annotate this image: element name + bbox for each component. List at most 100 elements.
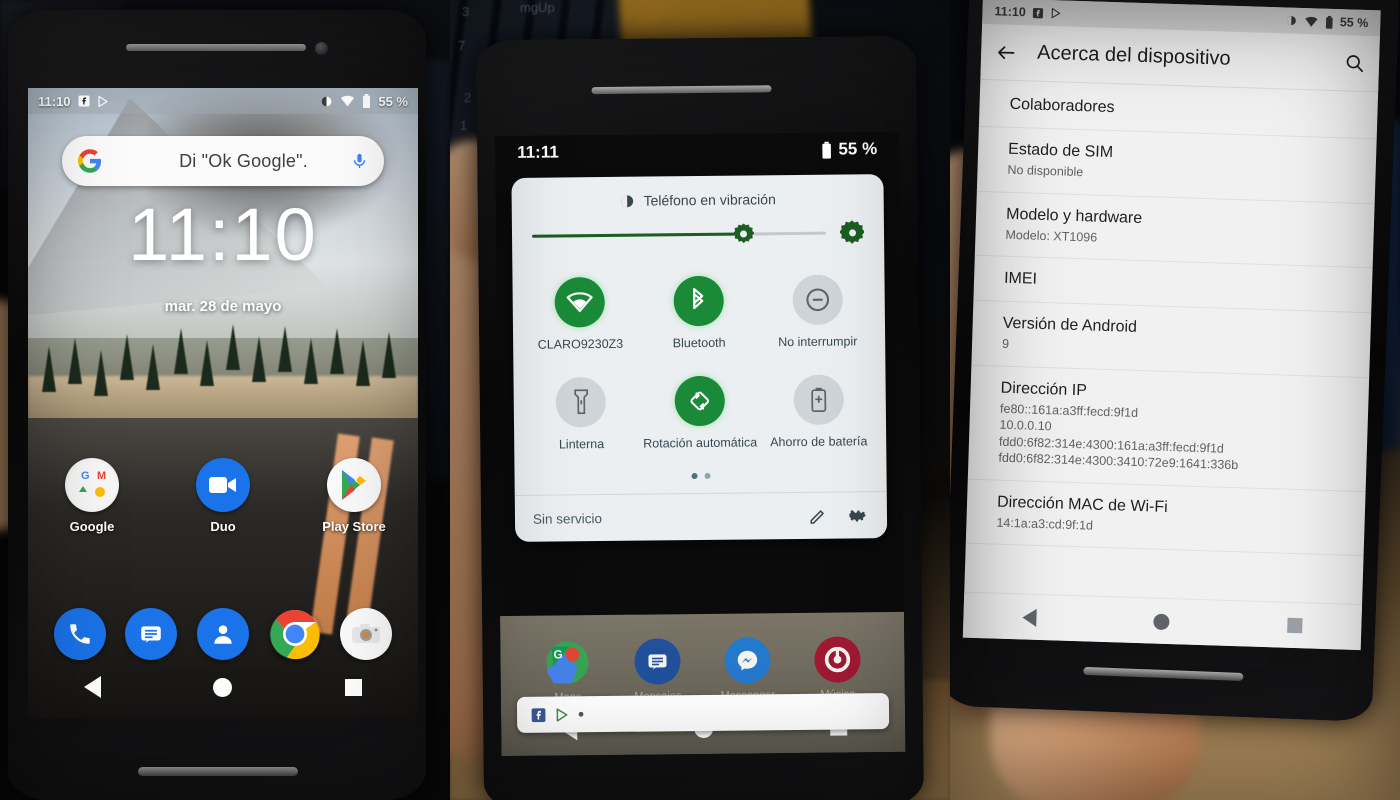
status-time: 11:10	[38, 93, 71, 109]
panel-quick-settings: 3 mgUp 7 6 2 1 11:11 55 %	[450, 0, 950, 800]
tile-flashlight[interactable]: Linterna	[521, 366, 641, 467]
tile-label: No interrumpir	[778, 334, 858, 350]
notification-strip[interactable]	[516, 693, 890, 733]
contacts-icon[interactable]	[196, 608, 249, 660]
brightness-icon[interactable]	[840, 220, 864, 244]
tile-auto-rotate[interactable]: Rotación automática	[640, 365, 760, 466]
panel-about-device: 11:10 55 % Acerca del dispositivo Colabo…	[950, 0, 1400, 800]
google-folder-icon: G M	[65, 458, 119, 512]
svg-text:M: M	[97, 470, 106, 482]
battery-icon	[821, 141, 832, 159]
messages-icon[interactable]	[125, 608, 178, 660]
facebook-icon	[531, 707, 546, 722]
row-value: fe80::161a:a3ff:fecd:9f1d 10.0.0.10 fdd0…	[998, 401, 1239, 473]
tile-label: Ahorro de batería	[770, 433, 868, 449]
back-icon[interactable]	[84, 676, 102, 698]
recents-icon[interactable]	[344, 678, 362, 696]
home-icon[interactable]	[1153, 613, 1171, 630]
table-row[interactable]: Dirección IP fe80::161a:a3ff:fecd:9f1d 1…	[967, 365, 1370, 492]
phone-device-2: 11:11 55 % Teléfono en vibración CLARO92…	[475, 35, 925, 800]
phone-device-1: 11:10 55 % Di "Ok Google". 11:10 mar. 28…	[8, 10, 426, 800]
app-maps[interactable]: G Maps	[534, 639, 601, 704]
messages-icon	[634, 638, 681, 685]
app-google[interactable]: G M Google	[54, 458, 130, 534]
phone-icon[interactable]	[53, 608, 106, 660]
app-play-store[interactable]: Play Store	[316, 458, 392, 534]
app-label: Google	[69, 519, 115, 534]
music-icon	[814, 636, 861, 683]
back-icon[interactable]	[1022, 607, 1037, 627]
app-label: Play Store	[322, 519, 386, 534]
tile-wifi[interactable]: CLARO9230Z3	[520, 267, 640, 368]
dock-1	[28, 608, 418, 660]
row-key: Colaboradores	[1009, 95, 1115, 117]
svg-text:G: G	[553, 647, 562, 661]
app-duo[interactable]: Duo	[185, 458, 261, 534]
ringer-mode-row[interactable]: Teléfono en vibración	[511, 174, 883, 214]
app-messenger[interactable]: Messenger	[714, 637, 781, 702]
app-row: G M Google Duo Play Store	[28, 458, 418, 534]
chrome-icon[interactable]	[269, 608, 321, 660]
search-icon[interactable]	[1344, 52, 1366, 74]
tile-bluetooth[interactable]: Bluetooth	[639, 265, 759, 366]
tile-label: Rotación automática	[643, 435, 758, 451]
edit-pencil-icon[interactable]	[808, 506, 827, 525]
status-time: 11:11	[517, 142, 559, 162]
play-store-icon	[327, 458, 381, 512]
earpiece-speaker-icon	[126, 44, 306, 51]
do-not-disturb-icon	[792, 274, 843, 326]
svg-text:G: G	[81, 470, 90, 482]
play-triangle-icon	[555, 707, 569, 722]
page-dot[interactable]	[704, 473, 711, 480]
brightness-knob[interactable]	[734, 223, 754, 243]
quick-settings-footer: Sin servicio	[514, 491, 888, 543]
tile-do-not-disturb[interactable]: No interrumpir	[758, 264, 878, 365]
battery-percent: 55 %	[838, 139, 878, 159]
page-title: Acerca del dispositivo	[1036, 41, 1231, 70]
tile-battery-saver[interactable]: Ahorro de batería	[759, 364, 879, 465]
nav-bar-3	[962, 591, 1363, 651]
mic-icon[interactable]	[351, 150, 368, 172]
brightness-slider-row[interactable]	[512, 210, 885, 264]
settings-list: Colaboradores Estado de SIM No disponibl…	[965, 81, 1379, 557]
home-icon[interactable]	[213, 677, 233, 697]
page-dot-active[interactable]	[691, 473, 698, 480]
google-g-icon	[78, 149, 102, 173]
front-camera-icon	[315, 42, 328, 55]
earpiece-speaker-icon	[591, 85, 772, 95]
lockscreen-clock: 11:10	[128, 193, 318, 276]
three-phone-composite: 11:10 55 % Di "Ok Google". 11:10 mar. 28…	[0, 0, 1400, 800]
row-key: IMEI	[1003, 269, 1038, 288]
duo-icon	[196, 458, 250, 512]
tile-label: Bluetooth	[672, 335, 726, 351]
battery-icon	[1325, 15, 1333, 29]
wifi-icon	[340, 95, 355, 107]
flashlight-icon	[555, 376, 607, 428]
battery-percent: 55 %	[378, 93, 408, 109]
app-label: Duo	[210, 519, 236, 534]
google-search-bar[interactable]: Di "Ok Google".	[62, 136, 384, 186]
settings-gear-icon[interactable]	[849, 505, 869, 525]
quick-settings-panel: Teléfono en vibración CLARO9230Z3 Blueto…	[511, 174, 888, 543]
app-mensajes[interactable]: Mensajes	[624, 638, 691, 703]
app-musica[interactable]: Música	[804, 636, 871, 701]
battery-icon	[362, 94, 371, 108]
table-row[interactable]: Dirección MAC de Wi-Fi 14:1a:a3:cd:9f:1d	[965, 479, 1366, 557]
camera-icon[interactable]	[340, 608, 393, 660]
back-arrow-icon[interactable]	[995, 41, 1018, 64]
wifi-icon	[1304, 16, 1318, 27]
tile-label: CLARO9230Z3	[537, 336, 624, 352]
brightness-fill	[532, 232, 744, 238]
vibrate-icon	[1285, 14, 1297, 26]
battery-saver-icon	[793, 374, 844, 425]
brightness-slider[interactable]	[532, 231, 827, 238]
search-placeholder: Di "Ok Google".	[179, 150, 308, 171]
messenger-icon	[724, 637, 771, 684]
wifi-icon	[554, 276, 606, 328]
recents-icon[interactable]	[1287, 617, 1303, 634]
status-bar-2: 11:11 55 %	[495, 132, 899, 170]
bluetooth-icon	[673, 275, 724, 327]
quick-settings-tiles: CLARO9230Z3 Bluetooth No interrumpir Lin…	[512, 260, 886, 469]
facebook-icon	[1033, 7, 1044, 18]
lockscreen-date: mar. 28 de mayo	[164, 298, 282, 315]
